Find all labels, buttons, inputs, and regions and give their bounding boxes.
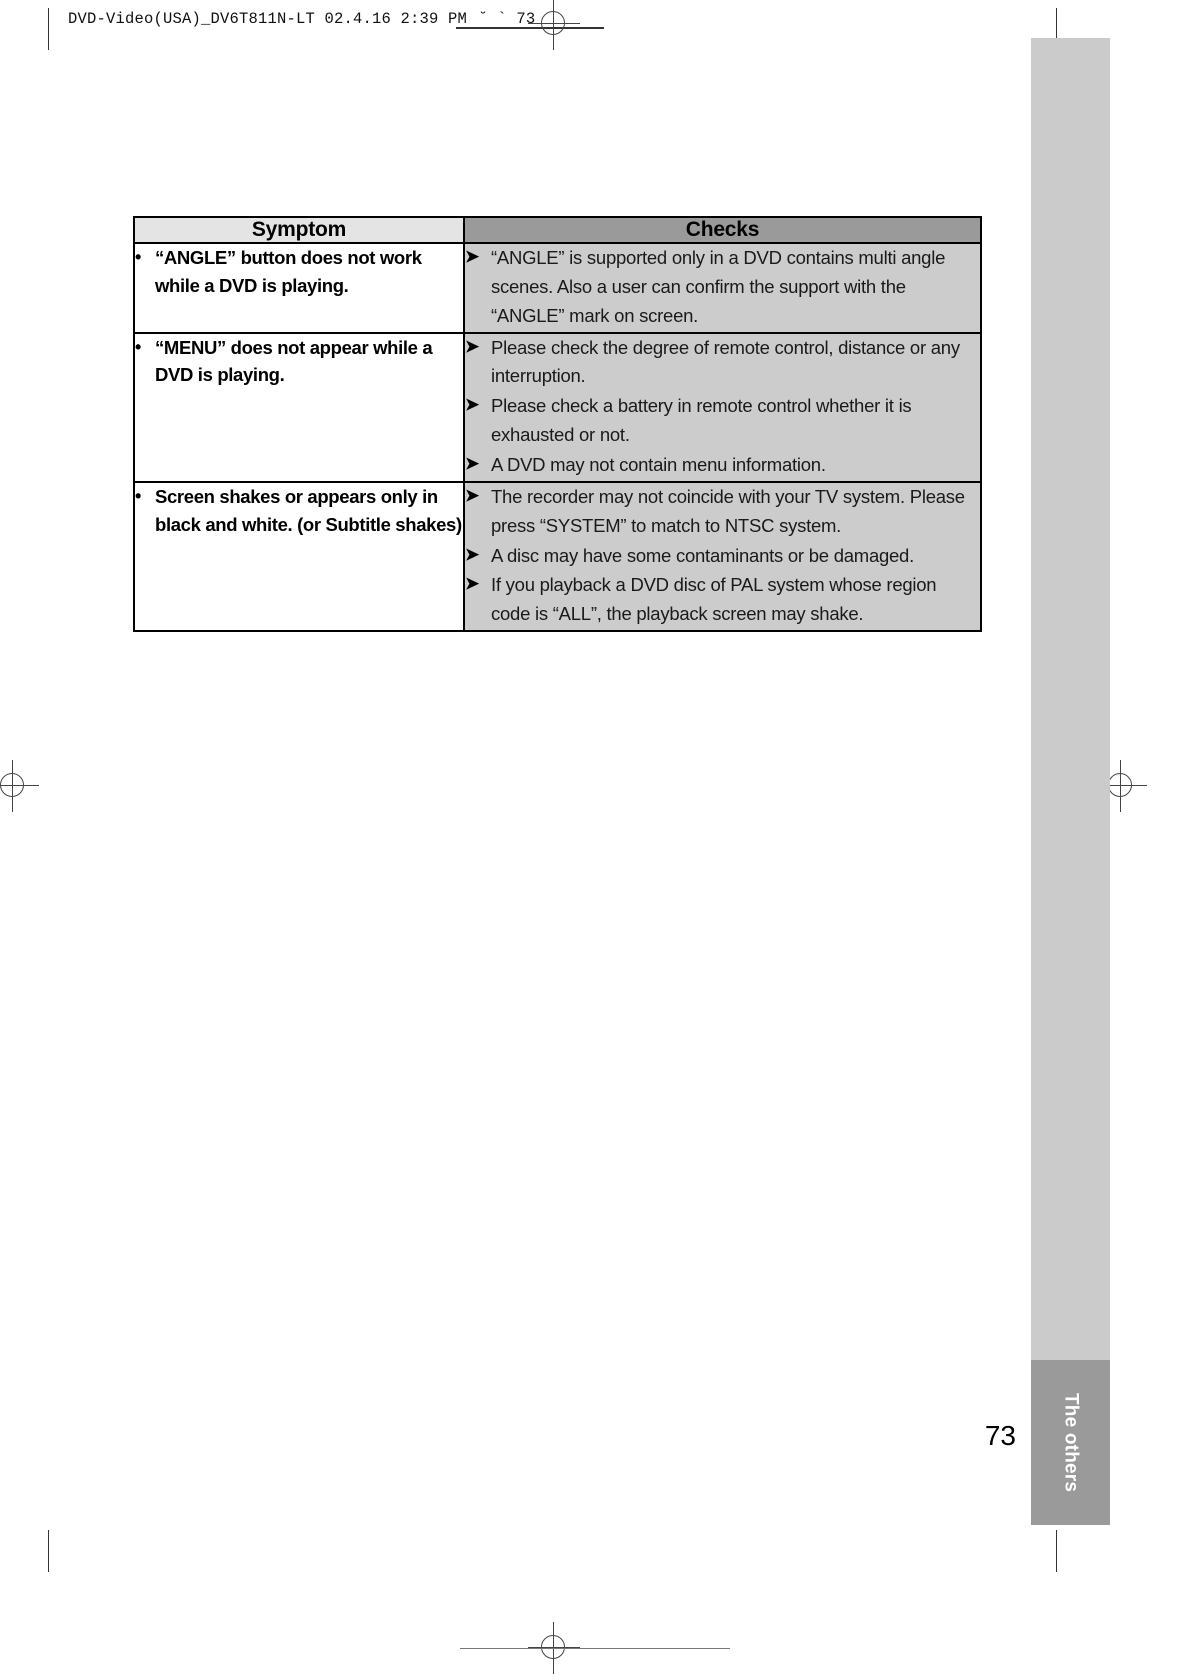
check-item: ➤ Please check the degree of remote cont… [465,334,980,392]
checks-cell: ➤ Please check the degree of remote cont… [463,331,982,483]
check-item: ➤ A DVD may not contain menu information… [465,451,980,480]
check-item: ➤ The recorder may not coincide with you… [465,483,980,541]
symptom-text: Screen shakes or appears only in black a… [155,485,462,535]
prepress-slug: DVD-Video(USA)_DV6T811N-LT 02.4.16 2:39 … [68,10,535,28]
symptom-cell: • Screen shakes or appears only in black… [133,480,465,633]
check-text: A DVD may not contain menu information. [491,454,826,476]
arrow-right-icon: ➤ [465,544,479,564]
registration-mark-top [528,0,580,50]
check-item: ➤ A disc may have some contaminants or b… [465,542,980,571]
arrow-right-icon: ➤ [465,485,479,505]
check-item: ➤ Please check a battery in remote contr… [465,392,980,450]
arrow-right-icon: ➤ [465,336,479,356]
symptom-item: • Screen shakes or appears only in black… [135,483,463,539]
table-body: • “ANGLE” button does not work while a D… [133,242,982,633]
prepress-slug-text: DVD-Video(USA)_DV6T811N-LT 02.4.16 2:39 … [68,10,468,28]
trim-line-bottom-rule [460,1648,730,1650]
bullet-icon: • [135,485,141,506]
check-text: Please check the degree of remote contro… [491,336,960,387]
bullet-icon: • [135,247,141,267]
check-text: A disc may have some contaminants or be … [491,544,914,566]
chapter-tab-label: The others [1060,1392,1082,1493]
symptom-item: • “ANGLE” button does not work while a D… [135,244,463,300]
arrow-right-icon: ➤ [465,395,479,415]
symptom-text: “MENU” does not appear while a DVD is pl… [155,336,433,386]
page-number: 73 [984,1420,1016,1451]
trim-line-bottom-left [48,1530,50,1572]
symptom-text: “ANGLE” button does not work while a DVD… [155,247,422,296]
prepress-slug-suffix: ˘ ` 73 [478,10,536,28]
arrow-right-icon: ➤ [465,574,479,594]
troubleshooting-table-wrapper: Symptom Checks • “ANGLE” button does not… [133,216,982,633]
column-header-checks: Checks [463,216,982,244]
symptom-cell: • “MENU” does not appear while a DVD is … [133,331,465,483]
arrow-right-icon: ➤ [465,247,479,266]
column-header-symptom: Symptom [133,216,465,244]
check-text: If you playback a DVD disc of PAL system… [491,574,937,625]
table-row: • Screen shakes or appears only in black… [133,480,982,633]
check-text: “ANGLE” is supported only in a DVD conta… [491,247,946,326]
check-item: ➤ “ANGLE” is supported only in a DVD con… [465,244,980,331]
arrow-right-icon: ➤ [465,454,479,474]
checks-cell: ➤ “ANGLE” is supported only in a DVD con… [463,242,982,334]
check-item: ➤ If you playback a DVD disc of PAL syst… [465,571,980,629]
table-row: • “MENU” does not appear while a DVD is … [133,331,982,483]
registration-mark-bottom [528,1622,580,1674]
table-row: • “ANGLE” button does not work while a D… [133,242,982,334]
symptom-cell: • “ANGLE” button does not work while a D… [133,242,465,334]
check-text: Please check a battery in remote control… [491,395,912,446]
edge-band-light [1031,38,1110,1360]
bullet-icon: • [135,336,141,357]
trim-line-top-left [48,8,50,50]
check-text: The recorder may not coincide with your … [491,485,965,536]
registration-mark-left [0,760,39,812]
troubleshooting-table: Symptom Checks • “ANGLE” button does not… [133,216,982,633]
chapter-tab-the-others: The others [1031,1360,1110,1525]
symptom-item: • “MENU” does not appear while a DVD is … [135,334,463,390]
table-header-row: Symptom Checks [133,216,982,244]
checks-cell: ➤ The recorder may not coincide with you… [463,480,982,633]
trim-line-bottom-right [1056,1530,1058,1572]
